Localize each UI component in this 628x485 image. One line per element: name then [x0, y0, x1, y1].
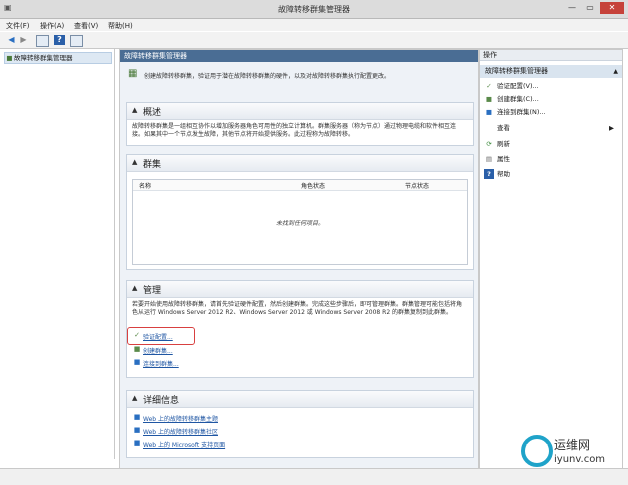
actions-group-header[interactable]: 故障转移群集管理器 ▲	[480, 65, 622, 78]
clusters-section: ▲ 群集 名称 角色状态 节点状态 未找到任何项目。	[126, 154, 474, 270]
window-title: 故障转移群集管理器	[278, 5, 350, 14]
action-label: 属性	[497, 155, 510, 163]
table-header: 名称 角色状态 节点状态	[133, 180, 467, 191]
navigation-tree: ■故障转移群集管理器	[2, 49, 115, 459]
web-support-link[interactable]: Web 上的 Microsoft 支持页面	[143, 440, 225, 449]
watermark-brand: 运维网	[554, 438, 591, 452]
cluster-manager-icon: ▦	[128, 68, 138, 79]
collapse-up-icon[interactable]: ▲	[613, 65, 618, 78]
close-button[interactable]: ✕	[600, 2, 624, 14]
web-topics-link[interactable]: Web 上的故障转移群集主题	[143, 414, 218, 423]
watermark-logo	[521, 435, 553, 467]
collapse-icon[interactable]: ▲	[132, 158, 137, 166]
connect-cluster-icon: ■	[133, 358, 141, 366]
web-community-link[interactable]: Web 上的故障转移群集社区	[143, 427, 218, 436]
action-properties[interactable]: ▤ 属性	[484, 154, 618, 164]
overview-header[interactable]: ▲ 概述	[127, 103, 473, 120]
manage-title: 管理	[143, 286, 162, 296]
info-header[interactable]: ▲ 详细信息	[127, 391, 473, 408]
web-link-icon: ■	[133, 439, 141, 447]
connect-cluster-link[interactable]: 连接到群集...	[143, 359, 179, 368]
create-cluster-icon: ■	[485, 95, 493, 103]
menu-action[interactable]: 操作(A)	[40, 21, 64, 31]
refresh-icon: ⟳	[486, 140, 492, 148]
back-button[interactable]: ◀	[6, 35, 17, 45]
clusters-title: 群集	[143, 160, 162, 170]
action-refresh[interactable]: ⟳ 刷新	[484, 139, 618, 149]
action-label: 验证配置(V)...	[497, 82, 539, 90]
overview-title: 概述	[143, 108, 162, 118]
help-icon: ?	[484, 169, 494, 179]
action-label: 查看	[497, 124, 510, 132]
column-header-name[interactable]: 名称	[139, 181, 151, 190]
actions-header: 操作	[480, 50, 622, 61]
overview-section: ▲ 概述 故障转移群集是一组相互协作以增加服务器角色可用性的独立计算机。群集服务…	[126, 102, 474, 146]
watermark: 运维网 iyunv.com	[520, 432, 620, 472]
show-tree-icon[interactable]	[36, 35, 49, 47]
clusters-table: 名称 角色状态 节点状态 未找到任何项目。	[132, 179, 468, 265]
action-connect-cluster[interactable]: ■ 连接到群集(N)...	[484, 107, 618, 117]
validate-icon: ✓	[134, 331, 140, 339]
web-link-icon: ■	[133, 426, 141, 434]
manage-header[interactable]: ▲ 管理	[127, 281, 473, 298]
center-pane: 故障转移群集管理器 ▦ 创建故障转移群集，验证用于潜在故障转移群集的硬件，以及对…	[119, 49, 479, 469]
menu-file[interactable]: 文件(F)	[6, 21, 30, 31]
menu-bar: 文件(F) 操作(A) 查看(V) 帮助(H)	[0, 19, 628, 31]
info-title: 详细信息	[143, 396, 180, 406]
manage-text: 若要开始使用故障转移群集，请首先验证硬件配置，然后创建群集。完成这些步骤后，即可…	[132, 301, 463, 316]
action-label: 创建群集(C)...	[497, 95, 539, 103]
action-label: 帮助	[497, 170, 510, 178]
web-link-icon: ■	[133, 413, 141, 421]
cluster-icon: ■	[6, 54, 13, 62]
info-section: ▲ 详细信息 ■ Web 上的故障转移群集主题 ■ Web 上的故障转移群集社区…	[126, 390, 474, 458]
title-bar: ▣ 故障转移群集管理器 — ▭ ✕	[0, 0, 628, 19]
actions-group-label: 故障转移群集管理器	[485, 67, 548, 75]
column-header-node-status[interactable]: 节点状态	[405, 181, 429, 190]
tree-item-label: 故障转移群集管理器	[14, 54, 73, 62]
validate-configuration-link[interactable]: 验证配置...	[143, 332, 173, 341]
help-icon[interactable]: ?	[54, 35, 65, 45]
actions-pane: 操作 故障转移群集管理器 ▲ ✓ 验证配置(V)... ■ 创建群集(C)... ■ 连…	[479, 49, 623, 469]
forward-button[interactable]: ▶	[18, 35, 29, 45]
menu-help[interactable]: 帮助(H)	[108, 21, 133, 31]
show-action-pane-icon[interactable]	[70, 35, 83, 47]
connect-cluster-icon: ■	[485, 108, 493, 116]
action-view[interactable]: 查看 ▶	[484, 123, 618, 133]
tree-item-failover-cluster-manager[interactable]: ■故障转移群集管理器	[4, 52, 112, 64]
column-header-role-status[interactable]: 角色状态	[301, 181, 325, 190]
menu-view[interactable]: 查看(V)	[74, 21, 98, 31]
create-cluster-link[interactable]: 创建群集...	[143, 346, 173, 355]
toolbar: ◀ ▶ ?	[0, 32, 628, 49]
minimize-button[interactable]: —	[564, 2, 580, 14]
center-header: 故障转移群集管理器	[120, 50, 478, 62]
collapse-icon[interactable]: ▲	[132, 284, 137, 292]
maximize-button[interactable]: ▭	[582, 2, 598, 14]
collapse-icon[interactable]: ▲	[132, 394, 137, 402]
clusters-header[interactable]: ▲ 群集	[127, 155, 473, 172]
overview-text: 故障转移群集是一组相互协作以增加服务器角色可用性的独立计算机。群集服务器（称为节…	[132, 123, 457, 138]
validate-icon: ✓	[486, 82, 492, 90]
manage-section: ▲ 管理 若要开始使用故障转移群集，请首先验证硬件配置，然后创建群集。完成这些步…	[126, 280, 474, 378]
action-label: 连接到群集(N)...	[497, 108, 546, 116]
create-cluster-icon: ■	[133, 345, 141, 353]
action-create-cluster[interactable]: ■ 创建群集(C)...	[484, 94, 618, 104]
action-label: 刷新	[497, 140, 510, 148]
collapse-icon[interactable]: ▲	[132, 106, 137, 114]
empty-message: 未找到任何项目。	[275, 220, 324, 227]
submenu-arrow-icon: ▶	[609, 124, 614, 132]
properties-icon: ▤	[485, 155, 493, 163]
intro-text: 创建故障转移群集，验证用于潜在故障转移群集的硬件，以及对故障转移群集执行配置更改…	[144, 73, 391, 80]
action-validate-configuration[interactable]: ✓ 验证配置(V)...	[484, 81, 618, 91]
action-help[interactable]: ? 帮助	[484, 169, 618, 179]
watermark-domain: iyunv.com	[554, 454, 606, 465]
